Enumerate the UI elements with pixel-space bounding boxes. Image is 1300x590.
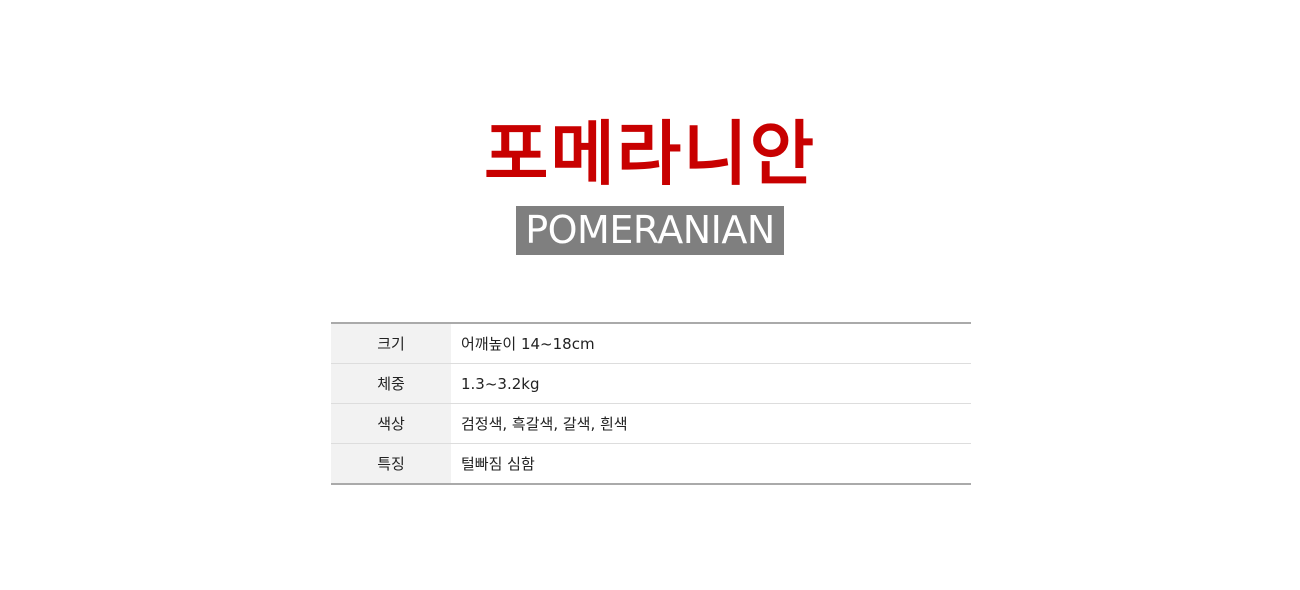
spec-value: 1.3~3.2kg bbox=[451, 363, 971, 404]
breed-title-korean: 포메라니안 bbox=[484, 113, 816, 195]
spec-row-size: 크기 어깨높이 14~18cm bbox=[331, 323, 971, 364]
breed-title-english-wrap: POMERANIAN bbox=[0, 206, 1300, 255]
spec-label: 크기 bbox=[331, 323, 451, 364]
spec-label: 특징 bbox=[331, 443, 451, 484]
breed-title-english-badge: POMERANIAN bbox=[516, 206, 784, 255]
spec-label: 색상 bbox=[331, 403, 451, 444]
spec-value: 털빠짐 심함 bbox=[461, 455, 535, 473]
spec-row-feature: 특징 털빠짐 심함 bbox=[331, 443, 971, 484]
spec-table: 크기 어깨높이 14~18cm 체중 1.3~3.2kg 색상 검정색, 흑갈색… bbox=[331, 322, 971, 485]
spec-row-color: 색상 검정색, 흑갈색, 갈색, 흰색 bbox=[331, 403, 971, 444]
spec-value: 어깨높이 14~18cm bbox=[451, 323, 971, 364]
spec-row-weight: 체중 1.3~3.2kg bbox=[331, 363, 971, 404]
spec-value: 검정색, 흑갈색, 갈색, 흰색 bbox=[451, 403, 971, 444]
spec-label: 체중 bbox=[331, 363, 451, 404]
